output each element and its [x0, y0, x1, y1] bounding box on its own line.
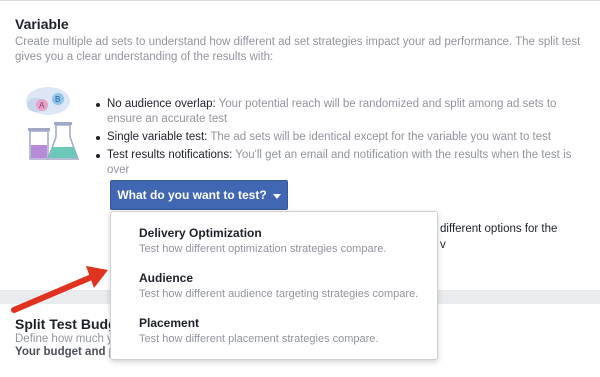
dropdown-option-audience[interactable]: Audience Test how different audience tar…: [111, 271, 437, 316]
caret-down-icon: [272, 193, 281, 199]
what-to-test-label: What do you want to test?: [117, 188, 267, 202]
option-title: Delivery Optimization: [139, 226, 262, 240]
bullet-results-notifications: Test results notifications: You'll get a…: [95, 148, 590, 178]
budget-description: Define how much y: [15, 333, 113, 345]
option-title: Placement: [139, 316, 200, 330]
variable-description: Create multiple ad sets to understand ho…: [15, 36, 581, 63]
budget-title: Split Test Budge: [15, 316, 125, 332]
split-test-flask-illustration-icon: A B: [26, 87, 80, 160]
bullet-single-variable: Single variable test: The ad sets will b…: [95, 130, 590, 145]
obscured-text-right: different options for the: [440, 223, 558, 235]
bullet-audience-overlap: No audience overlap: Your potential reac…: [95, 97, 590, 127]
budget-subheading: Your budget and p: [15, 346, 116, 358]
option-description: Test how different audience targeting st…: [139, 288, 419, 300]
test-variable-dropdown-menu: Delivery Optimization Test how different…: [110, 211, 438, 360]
illustration-letter-b: B: [55, 95, 60, 104]
dropdown-option-delivery-optimization[interactable]: Delivery Optimization Test how different…: [111, 226, 437, 271]
obscured-text-right-2: v: [440, 239, 446, 251]
red-pointer-arrow-icon: [11, 266, 108, 313]
option-description: Test how different placement strategies …: [139, 333, 379, 345]
what-to-test-dropdown-button[interactable]: What do you want to test?: [110, 180, 288, 210]
variable-title: Variable: [15, 16, 69, 32]
option-description: Test how different optimization strategi…: [139, 243, 387, 255]
illustration-letter-a: A: [39, 101, 45, 110]
feature-bullet-list: No audience overlap: Your potential reac…: [95, 97, 590, 181]
dropdown-option-placement[interactable]: Placement Test how different placement s…: [111, 316, 437, 361]
option-title: Audience: [139, 271, 194, 285]
